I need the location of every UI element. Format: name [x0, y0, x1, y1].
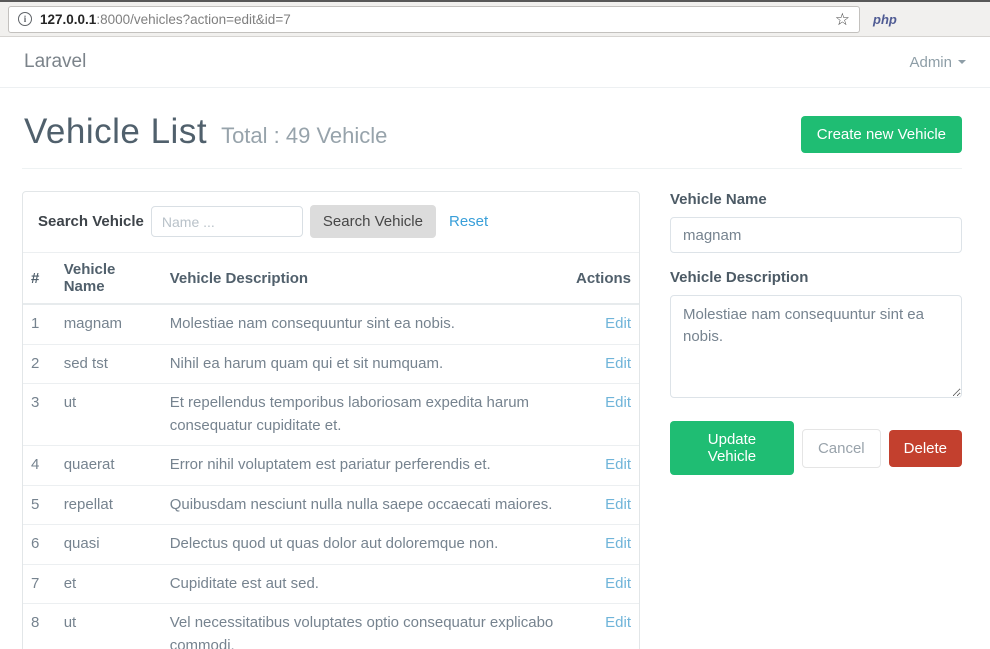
edit-link[interactable]: Edit — [605, 614, 631, 631]
vehicle-name-input[interactable] — [670, 217, 962, 253]
title-wrap: Vehicle List Total : 49 Vehicle — [22, 112, 387, 152]
row-index: 8 — [23, 604, 56, 649]
search-form: Search Vehicle Search Vehicle Reset — [23, 192, 639, 253]
edit-link[interactable]: Edit — [605, 315, 631, 332]
vehicle-description-cell: Cupiditate est aut sed. — [162, 564, 568, 604]
row-index: 4 — [23, 446, 56, 486]
table-row: 6 quasi Delectus quod ut quas dolor aut … — [23, 525, 639, 565]
divider — [22, 168, 962, 169]
url-path: :8000/vehicles?action=edit&id=7 — [96, 12, 290, 27]
brand-link[interactable]: Laravel — [24, 51, 86, 73]
form-buttons: Update Vehicle Cancel Delete — [670, 421, 962, 475]
vehicle-name-cell: ut — [56, 604, 162, 649]
update-vehicle-button[interactable]: Update Vehicle — [670, 421, 794, 475]
table-row: 3 ut Et repellendus temporibus laboriosa… — [23, 384, 639, 446]
row-index: 5 — [23, 485, 56, 525]
url-text: 127.0.0.1:8000/vehicles?action=edit&id=7 — [40, 12, 291, 27]
edit-link[interactable]: Edit — [605, 496, 631, 513]
navbar: Laravel Admin — [0, 37, 990, 88]
header-vehicle-name: Vehicle Name — [56, 253, 162, 304]
table-header-row: # Vehicle Name Vehicle Description Actio… — [23, 253, 639, 304]
main-content: Search Vehicle Search Vehicle Reset # Ve… — [22, 191, 962, 649]
vehicle-description-cell: Quibusdam nesciunt nulla nulla saepe occ… — [162, 485, 568, 525]
header-vehicle-description: Vehicle Description — [162, 253, 568, 304]
row-index: 1 — [23, 304, 56, 344]
vehicle-description-label: Vehicle Description — [670, 269, 962, 286]
bookmark-star-icon[interactable]: ☆ — [835, 11, 850, 28]
vehicle-description-cell: Et repellendus temporibus laboriosam exp… — [162, 384, 568, 446]
table-row: 5 repellat Quibusdam nesciunt nulla null… — [23, 485, 639, 525]
page-header: Vehicle List Total : 49 Vehicle Create n… — [22, 112, 962, 153]
vehicle-description-cell: Error nihil voluptatem est pariatur perf… — [162, 446, 568, 486]
table-row: 4 quaerat Error nihil voluptatem est par… — [23, 446, 639, 486]
cancel-button[interactable]: Cancel — [802, 429, 881, 468]
vehicle-name-cell: repellat — [56, 485, 162, 525]
edit-link[interactable]: Edit — [605, 575, 631, 592]
table-row: 2 sed tst Nihil ea harum quam qui et sit… — [23, 344, 639, 384]
admin-dropdown[interactable]: Admin — [909, 54, 966, 71]
edit-link[interactable]: Edit — [605, 456, 631, 473]
browser-chrome: i 127.0.0.1:8000/vehicles?action=edit&id… — [0, 0, 990, 37]
vehicle-list-card: Search Vehicle Search Vehicle Reset # Ve… — [22, 191, 640, 649]
page-content: Vehicle List Total : 49 Vehicle Create n… — [0, 88, 990, 649]
row-index: 6 — [23, 525, 56, 565]
vehicle-name-label: Vehicle Name — [670, 191, 962, 208]
url-host: 127.0.0.1 — [40, 12, 96, 27]
vehicle-description-cell: Molestiae nam consequuntur sint ea nobis… — [162, 304, 568, 344]
delete-button[interactable]: Delete — [889, 430, 962, 467]
search-input[interactable] — [151, 206, 303, 237]
row-index: 2 — [23, 344, 56, 384]
search-button[interactable]: Search Vehicle — [310, 205, 436, 238]
edit-link[interactable]: Edit — [605, 394, 631, 411]
vehicle-description-cell: Vel necessitatibus voluptates optio cons… — [162, 604, 568, 649]
total-count-label: Total : 49 Vehicle — [221, 123, 387, 149]
row-index: 3 — [23, 384, 56, 446]
chevron-down-icon — [958, 60, 966, 64]
vehicle-description-textarea[interactable]: Molestiae nam consequuntur sint ea nobis… — [670, 295, 962, 398]
vehicle-name-cell: sed tst — [56, 344, 162, 384]
php-extension-badge[interactable]: php — [873, 12, 897, 27]
create-vehicle-button[interactable]: Create new Vehicle — [801, 116, 962, 153]
reset-link[interactable]: Reset — [449, 213, 488, 230]
row-index: 7 — [23, 564, 56, 604]
vehicle-name-cell: et — [56, 564, 162, 604]
admin-dropdown-label: Admin — [909, 54, 952, 71]
table-row: 7 et Cupiditate est aut sed. Edit — [23, 564, 639, 604]
header-index: # — [23, 253, 56, 304]
edit-link[interactable]: Edit — [605, 535, 631, 552]
vehicle-name-cell: ut — [56, 384, 162, 446]
vehicle-name-cell: quaerat — [56, 446, 162, 486]
edit-link[interactable]: Edit — [605, 355, 631, 372]
table-row: 1 magnam Molestiae nam consequuntur sint… — [23, 304, 639, 344]
page-info-icon[interactable]: i — [18, 12, 32, 26]
vehicle-description-cell: Delectus quod ut quas dolor aut doloremq… — [162, 525, 568, 565]
table-row: 8 ut Vel necessitatibus voluptates optio… — [23, 604, 639, 649]
search-label: Search Vehicle — [38, 213, 144, 230]
header-actions: Actions — [568, 253, 639, 304]
vehicle-table: # Vehicle Name Vehicle Description Actio… — [23, 253, 639, 649]
edit-vehicle-form: Vehicle Name Vehicle Description Molesti… — [670, 191, 962, 475]
vehicle-name-cell: quasi — [56, 525, 162, 565]
page-title: Vehicle List — [24, 112, 207, 152]
vehicle-description-cell: Nihil ea harum quam qui et sit numquam. — [162, 344, 568, 384]
vehicle-name-cell: magnam — [56, 304, 162, 344]
address-bar[interactable]: i 127.0.0.1:8000/vehicles?action=edit&id… — [8, 6, 860, 33]
